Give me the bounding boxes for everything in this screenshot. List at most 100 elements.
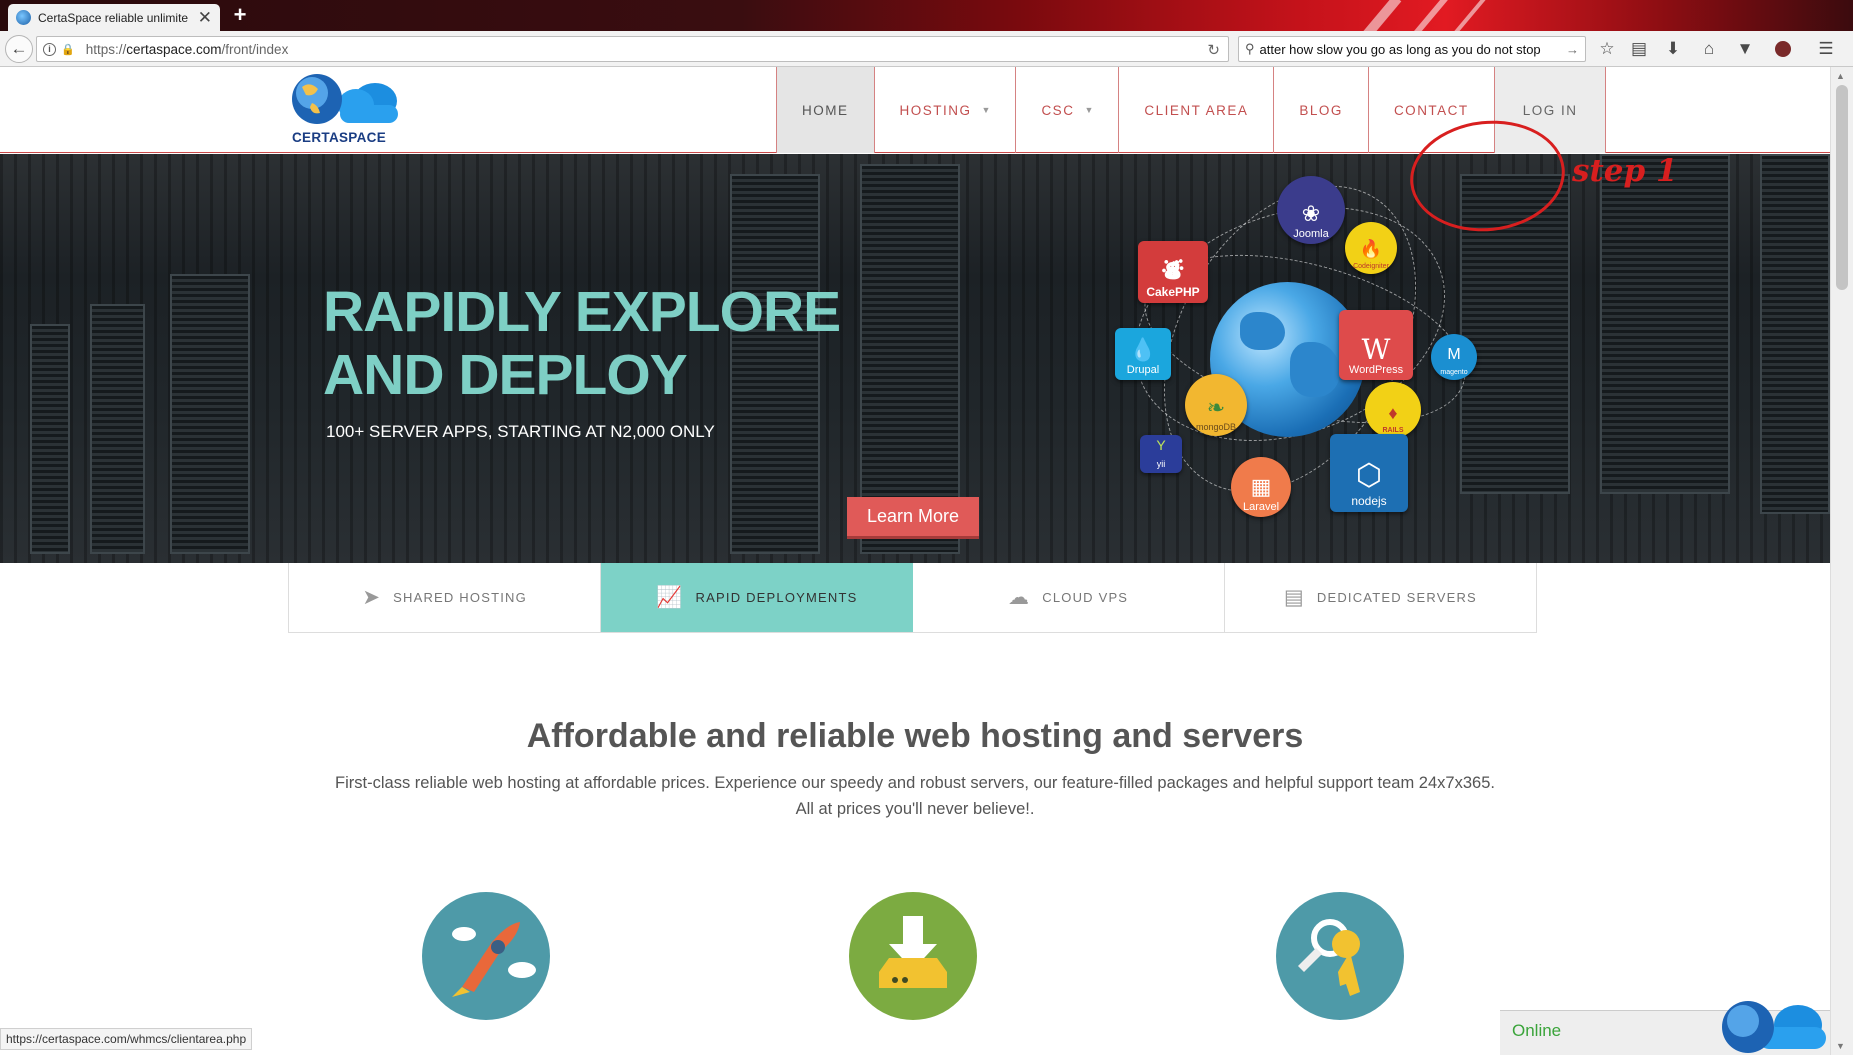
drop-glyph: 💧 [1129,337,1157,362]
info-icon[interactable]: i [43,42,56,56]
pocket-icon[interactable]: ▼ [1732,36,1758,62]
magento-glyph: M [1447,346,1461,363]
home-icon[interactable]: ⌂ [1696,36,1722,62]
joomla-app-icon: ❀ Joomla [1277,176,1345,244]
cake-glyph: ⛇ [1161,258,1184,283]
drupal-app-icon: 💧 Drupal [1115,328,1171,380]
annotation-text: step 1 [1572,153,1678,189]
server-rack-image [1760,154,1830,514]
tab-dedicated-servers[interactable]: ▤ DEDICATED SERVERS [1225,563,1536,632]
download-feature-icon [849,892,977,1020]
intro-line1: First-class reliable web hosting at affo… [335,774,1495,792]
scroll-up-icon[interactable]: ▲ [1836,71,1845,81]
back-button[interactable]: ← [5,35,33,63]
server-icon: ▤ [1283,586,1305,609]
menu-csc[interactable]: CSC ▼ [1015,67,1118,153]
laravel-label: Laravel [1242,501,1280,513]
url-text: https://certaspace.com/front/index [86,42,289,57]
logo-text: CERTASPACE [292,130,387,145]
menu-hosting-label: HOSTING [899,102,972,118]
scroll-down-icon[interactable]: ▼ [1836,1041,1845,1051]
download-illustration [879,916,947,988]
learn-more-button[interactable]: Learn More [847,497,979,539]
download-icon[interactable]: ⬇ [1660,36,1686,62]
server-rack-image [860,164,960,554]
scrollbar-thumb[interactable] [1836,85,1848,290]
caret-down-icon: ▼ [981,105,991,115]
tab-cloud-vps[interactable]: ☁ CLOUD VPS [913,563,1225,632]
url-prefix: https:// [85,41,127,57]
tab-shared-hosting-label: SHARED HOSTING [393,590,527,605]
profile-icon[interactable] [1770,36,1796,62]
reading-list-icon[interactable]: ▤ [1626,36,1652,62]
tab-title: CertaSpace reliable unlimite [38,10,189,25]
site-header: CERTASPACE HOME HOSTING ▼ CSC ▼ CLIENT ARE… [0,67,1830,153]
globe-land [1240,312,1285,350]
address-bar[interactable]: i 🔒 https://certaspace.com/front/index ↻ [36,36,1229,62]
nodejs-label: nodejs [1351,494,1387,508]
decor-streak [1348,0,1402,31]
bookmark-star-icon[interactable]: ☆ [1594,36,1620,62]
leaf-glyph: ❧ [1206,395,1226,420]
hamburger-menu-icon[interactable]: ☰ [1813,36,1839,62]
hero-banner: RAPIDLY EXPLORE AND DEPLOY 100+ SERVER A… [0,154,1830,563]
search-go-icon[interactable]: → [1566,42,1579,57]
globe-cloud-logo-icon [292,74,398,124]
hero-title: RAPIDLY EXPLORE AND DEPLOY [323,280,841,407]
lock-icon: 🔒 [61,43,75,56]
hero-title-line2: AND DEPLOY [323,343,688,407]
globe-land [1290,342,1340,397]
mongodb-app-icon: ❧ mongoDB [1185,374,1247,436]
arrow-left-icon: ← [10,39,28,58]
rocket-icon: ➤ [362,586,382,609]
page-scrollbar[interactable]: ▲ ▼ [1830,67,1853,1055]
wordpress-label: WordPress [1348,364,1404,376]
browser-tab[interactable]: CertaSpace reliable unlimite ✕ [8,4,220,31]
close-tab-icon[interactable]: ✕ [198,9,212,26]
menu-hosting[interactable]: HOSTING ▼ [873,67,1016,153]
wordpress-app-icon: W WordPress [1339,310,1413,380]
decor-streak [1437,0,1487,31]
live-chat-widget[interactable]: Online [1500,1001,1830,1055]
rocket-illustration [452,922,536,997]
yii-glyph: Y [1156,437,1166,453]
rails-glyph: ♦ [1388,403,1398,423]
web-page: CERTASPACE HOME HOSTING ▼ CSC ▼ CLIENT ARE… [0,67,1830,1055]
yii-app-icon: Yyii [1140,435,1182,473]
joomla-glyph: ❀ [1301,201,1321,226]
site-logo[interactable]: CERTASPACE [290,73,400,151]
magento-label: magento [1440,369,1468,376]
rails-app-icon: ♦ RAILS [1365,382,1421,438]
tab-shared-hosting[interactable]: ➤ SHARED HOSTING [289,563,602,632]
menu-client-area[interactable]: CLIENT AREA [1118,67,1273,153]
flame-glyph: 🔥 [1359,239,1383,259]
menu-home[interactable]: HOME [776,67,874,153]
site-favicon-icon [16,10,31,25]
cakephp-app-icon: ⛇ CakePHP [1138,241,1208,303]
new-tab-button[interactable]: + [228,3,252,27]
mongodb-label: mongoDB [1195,422,1237,432]
menu-blog[interactable]: BLOG [1273,67,1368,153]
hero-subtitle: 100+ SERVER APPS, STARTING AT N2,000 ONL… [326,422,715,441]
search-bar[interactable]: ⚲ atter how slow you go as long as you d… [1238,36,1586,62]
server-rack-image [1600,154,1730,494]
reload-icon[interactable]: ↻ [1207,41,1220,59]
feature-tabs: ➤ SHARED HOSTING 📈 RAPID DEPLOYMENTS ☁ CLOU… [288,563,1537,633]
tab-rapid-deployments[interactable]: 📈 RAPID DEPLOYMENTS [601,563,913,632]
codeigniter-label: Codeigniter [1353,263,1389,270]
key-feature-icon [1276,892,1404,1020]
server-rack-image [170,274,250,554]
browser-nav-bar: ← i 🔒 https://certaspace.com/front/index… [0,31,1853,67]
yii-label: yii [1156,459,1166,469]
tab-dedicated-servers-label: DEDICATED SERVERS [1316,590,1477,605]
decor-streak [1398,0,1448,31]
menu-client-area-label: CLIENT AREA [1144,102,1249,118]
hero-title-line1: RAPIDLY EXPLORE [323,280,841,344]
js-hex-glyph: ⬡ [1355,459,1383,492]
search-input[interactable]: atter how slow you go as long as you do … [1260,42,1561,57]
codeigniter-app-icon: 🔥 Codeigniter [1345,222,1397,274]
menu-log-in-label: LOG IN [1522,102,1578,118]
chat-logo-icon [1722,1001,1826,1053]
server-rack-image [90,304,145,554]
menu-csc-label: CSC [1041,102,1075,118]
